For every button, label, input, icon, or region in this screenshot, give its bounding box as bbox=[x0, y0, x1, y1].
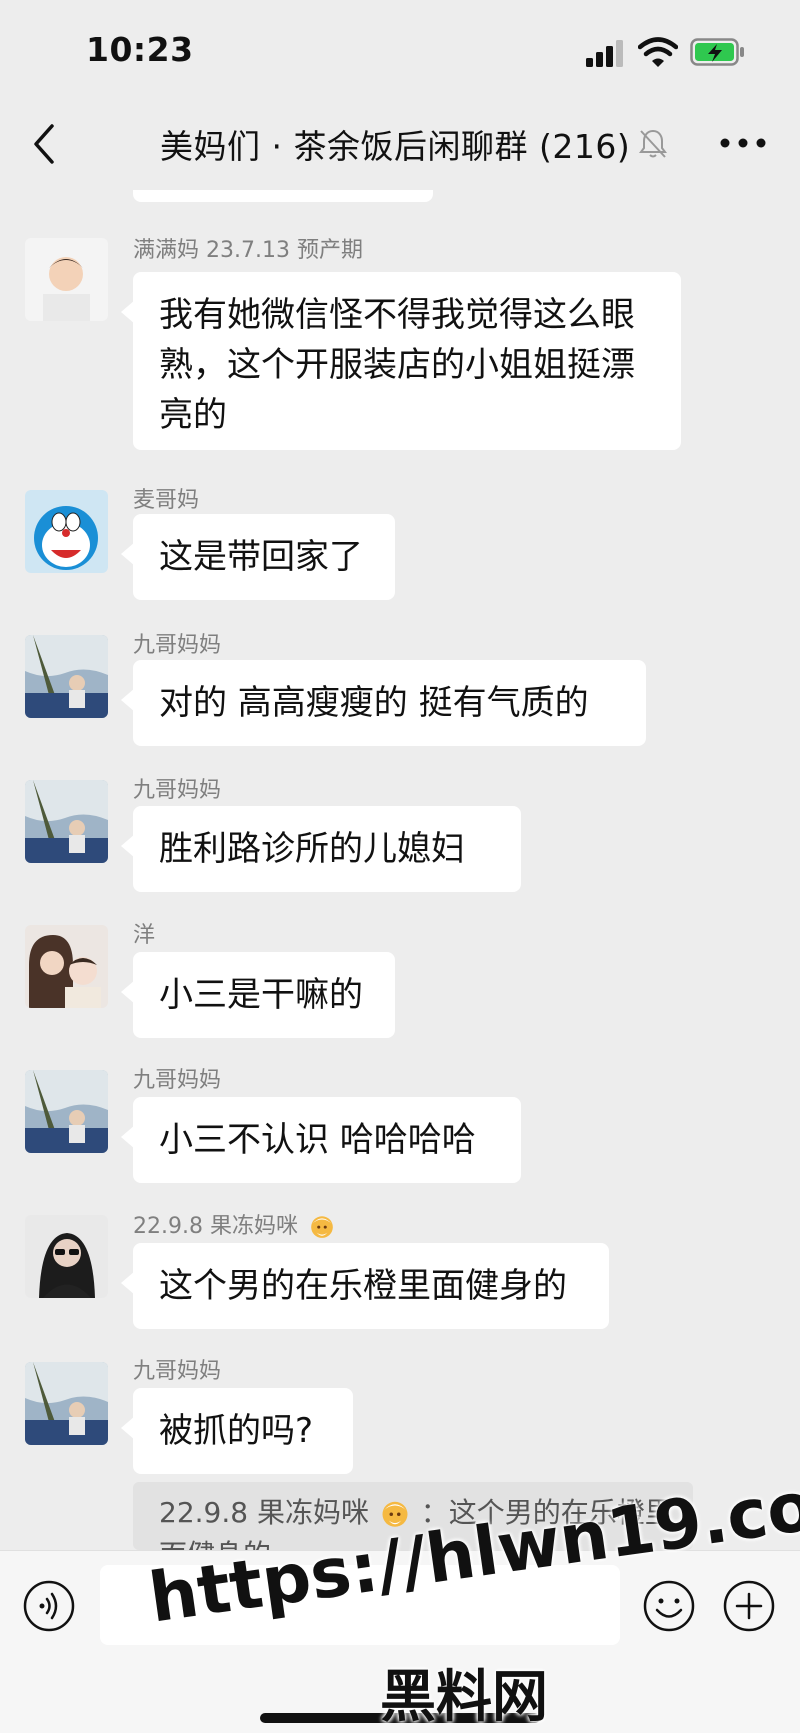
quoted-message[interactable]: 22.9.8 果冻妈咪 ：这个男的在乐橙里 面健身的 bbox=[133, 1482, 693, 1550]
avatar-jiuge-mom[interactable] bbox=[25, 1070, 108, 1153]
message-input[interactable] bbox=[100, 1565, 620, 1645]
quote-line: 22.9.8 果冻妈咪 ：这个男的在乐橙里 bbox=[159, 1492, 673, 1534]
message-bubble[interactable]: 这个男的在乐橙里面健身的 bbox=[121, 1243, 609, 1329]
emoji-icon[interactable] bbox=[642, 1579, 696, 1633]
sender-name: 九哥妈妈 bbox=[133, 1068, 222, 1093]
avatar-jiuge-mom[interactable] bbox=[25, 1362, 108, 1445]
sender-name: 九哥妈妈 bbox=[133, 1359, 222, 1384]
sender-name-text: 22.9.8 果冻妈咪 bbox=[133, 1214, 298, 1239]
quote-sender: 22.9.8 果冻妈咪 bbox=[159, 1496, 369, 1529]
message-bubble[interactable]: 胜利路诊所的儿媳妇 bbox=[121, 806, 521, 892]
sender-name: 洋 bbox=[133, 923, 156, 948]
message-text: 小三是干嘛的 bbox=[159, 975, 363, 1015]
grandpa-emoji-icon bbox=[382, 1501, 408, 1527]
message-bubble[interactable]: 对的 高高瘦瘦的 挺有气质的 bbox=[121, 660, 646, 746]
message-text: 胜利路诊所的儿媳妇 bbox=[159, 829, 465, 869]
plus-icon[interactable] bbox=[722, 1579, 776, 1633]
message-bubble[interactable]: 小三不认识 哈哈哈哈 bbox=[121, 1097, 521, 1183]
status-time: 10:23 bbox=[86, 30, 194, 69]
message-bubble[interactable]: 这是带回家了 bbox=[121, 514, 395, 600]
sender-name: 22.9.8 果冻妈咪 bbox=[133, 1208, 335, 1240]
message-bubble[interactable]: 小三是干嘛的 bbox=[121, 952, 395, 1038]
wifi-icon bbox=[638, 37, 678, 67]
previous-message-bubble[interactable] bbox=[133, 190, 433, 202]
message-text: 我有她微信怪不得我觉得这么眼 bbox=[159, 295, 635, 335]
chat-title: 美妈们 · 茶余饭后闲聊群 (216) bbox=[160, 127, 631, 166]
message-bubble[interactable]: 我有她微信怪不得我觉得这么眼 熟，这个开服装店的小姐姐挺漂 亮的 bbox=[121, 272, 681, 450]
signal-icon bbox=[586, 40, 623, 67]
input-bar bbox=[0, 1550, 800, 1733]
grandpa-emoji-icon bbox=[311, 1216, 333, 1238]
sender-name: 九哥妈妈 bbox=[133, 633, 222, 658]
voice-icon[interactable] bbox=[22, 1579, 76, 1633]
avatar-jiuge-mom[interactable] bbox=[25, 780, 108, 863]
avatar-doraemon[interactable] bbox=[25, 490, 108, 573]
message-text: 这是带回家了 bbox=[159, 537, 363, 577]
message-list[interactable]: 满满妈 23.7.13 预产期 我有她微信怪不得我觉得这么眼 熟，这个开服装店的… bbox=[0, 190, 800, 1550]
message-text: 这个男的在乐橙里面健身的 bbox=[159, 1266, 567, 1306]
quote-text: ：这个男的在乐橙里 bbox=[420, 1496, 673, 1529]
quote-text-2: 面健身的 bbox=[159, 1534, 667, 1550]
avatar-yang[interactable] bbox=[25, 925, 108, 1008]
chat-header: 美妈们 · 茶余饭后闲聊群 (216) bbox=[0, 100, 800, 190]
sender-name: 九哥妈妈 bbox=[133, 778, 222, 803]
more-icon[interactable] bbox=[718, 132, 768, 154]
home-indicator bbox=[260, 1713, 540, 1723]
sender-name: 麦哥妈 bbox=[133, 488, 200, 513]
status-bar: 10:23 bbox=[0, 0, 800, 100]
mute-icon bbox=[639, 129, 667, 158]
message-text: 熟，这个开服装店的小姐姐挺漂 bbox=[159, 345, 635, 385]
message-text: 对的 高高瘦瘦的 挺有气质的 bbox=[159, 683, 589, 723]
avatar-jelly-mom[interactable] bbox=[25, 1215, 108, 1298]
sender-name: 满满妈 23.7.13 预产期 bbox=[133, 238, 363, 263]
avatar-baby-boy[interactable] bbox=[25, 238, 108, 321]
message-bubble[interactable]: 被抓的吗? bbox=[121, 1388, 353, 1474]
back-icon[interactable] bbox=[28, 120, 64, 168]
battery-icon bbox=[690, 38, 744, 66]
message-text: 亮的 bbox=[159, 395, 227, 435]
message-text: 小三不认识 哈哈哈哈 bbox=[159, 1120, 476, 1160]
message-text: 被抓的吗? bbox=[159, 1411, 314, 1451]
avatar-jiuge-mom[interactable] bbox=[25, 635, 108, 718]
